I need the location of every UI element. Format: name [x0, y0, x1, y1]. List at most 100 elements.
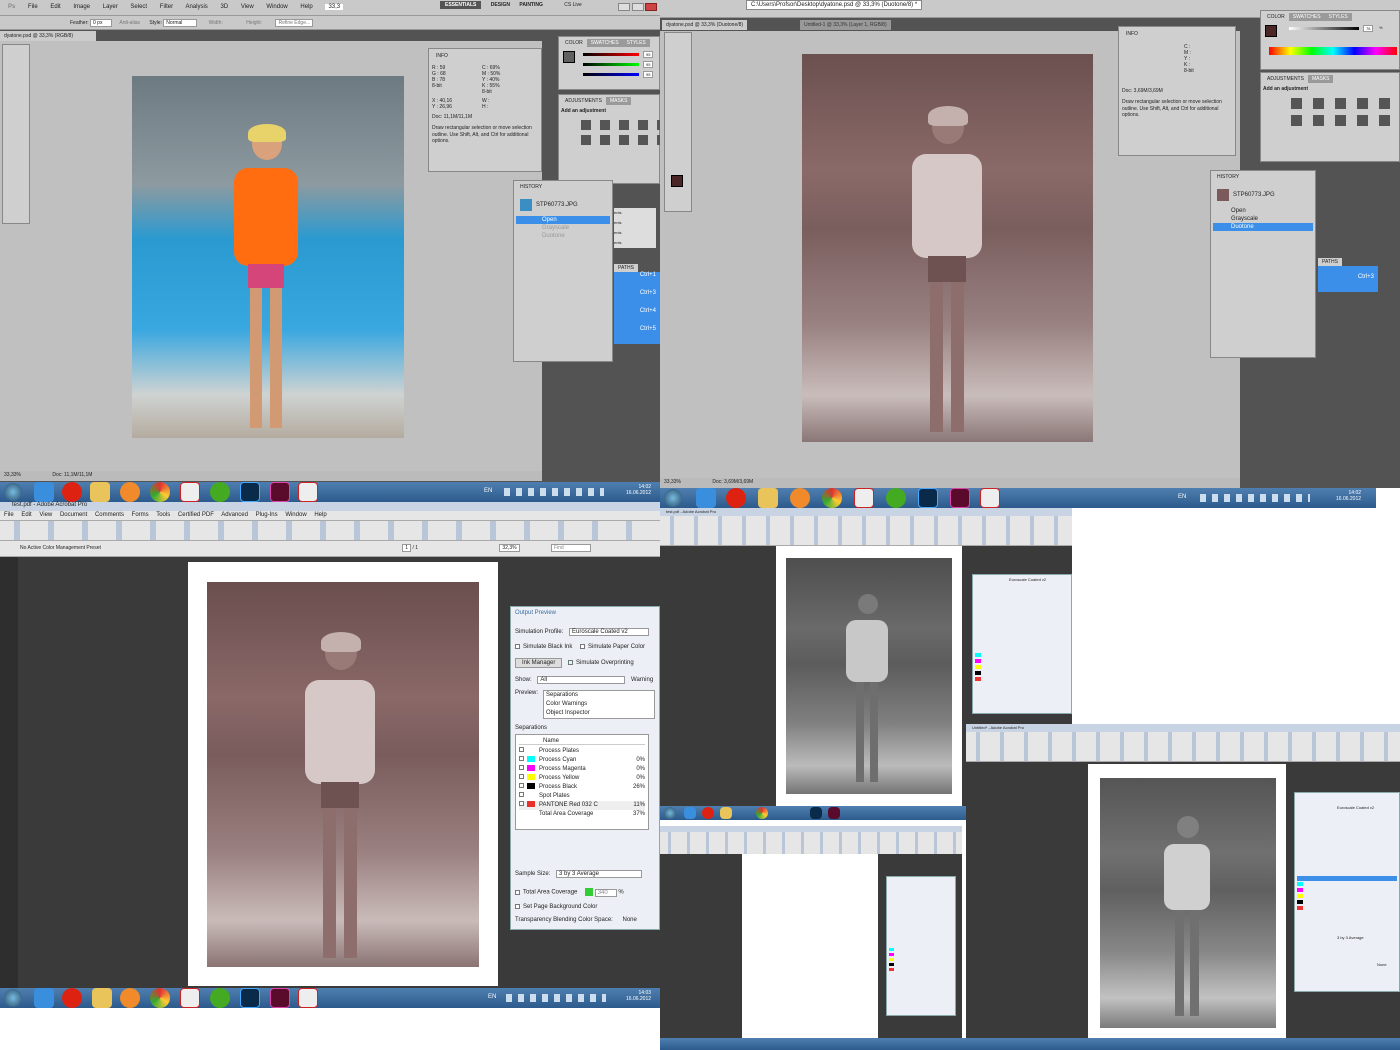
op-total-swatch[interactable]: [585, 888, 594, 897]
start-button-3[interactable]: [4, 989, 22, 1007]
menu-view[interactable]: View: [241, 4, 254, 10]
acro-menu-plugins[interactable]: Plug-Ins: [256, 512, 278, 518]
indesign-icon-2[interactable]: [950, 488, 970, 508]
ps2-fg-swatch[interactable]: [671, 175, 683, 187]
close-icon[interactable]: [645, 3, 658, 11]
ps2-history-item-grayscale[interactable]: Grayscale: [1213, 215, 1313, 223]
ps2-mixer-icon[interactable]: [1379, 115, 1390, 126]
antialias-checkbox[interactable]: Anti-alias: [119, 20, 140, 26]
acro-menu-help[interactable]: Help: [314, 512, 326, 518]
acro-menu-certified[interactable]: Certified PDF: [178, 512, 214, 518]
op-preview-separations[interactable]: Separations: [546, 691, 652, 700]
chrome-icon-3[interactable]: [150, 988, 170, 1008]
ps2-photo-filter-icon[interactable]: [1357, 115, 1368, 126]
acro-menu-forms[interactable]: Forms: [132, 512, 149, 518]
opera-icon[interactable]: [62, 482, 82, 502]
bw-icon[interactable]: [619, 135, 629, 145]
balance-icon[interactable]: [600, 135, 610, 145]
ps2-doc-tab[interactable]: dyatone.psd @ 33,3% (Duotone/8): [662, 20, 748, 30]
ps2-path-row[interactable]: Ctrl+3: [1318, 266, 1378, 292]
ps2-hue-icon[interactable]: [1291, 115, 1302, 126]
photoshop-icon-3[interactable]: [240, 988, 260, 1008]
ps2-color-tab[interactable]: COLOR: [1263, 13, 1289, 21]
info-tab[interactable]: INFO: [432, 52, 452, 60]
acro-menu-document[interactable]: Document: [60, 512, 87, 518]
ps2-exposure-icon[interactable]: [1357, 98, 1368, 109]
adjustments-tab[interactable]: ADJUSTMENTS: [561, 97, 606, 105]
channel-row-3[interactable]: Ctrl+4: [614, 308, 660, 326]
indesign-icon-3[interactable]: [270, 988, 290, 1008]
sep-row-pantone[interactable]: PANTONE Red 032 C 11%: [519, 801, 645, 811]
ie-icon-3[interactable]: [34, 988, 54, 1008]
acro-menu-view[interactable]: View: [39, 512, 52, 518]
ps1-doc-tab[interactable]: dyatone.psd @ 33,3% (RGB/8): [0, 31, 96, 41]
op-sim-black-checkbox[interactable]: [515, 644, 520, 649]
menu-3d[interactable]: 3D: [220, 4, 228, 10]
small-op3-sample[interactable]: 3 by 3 Average: [1337, 935, 1397, 940]
tray-clock-2[interactable]: 14:02 16.06.2012: [1336, 490, 1361, 502]
color-g-input[interactable]: 95: [643, 61, 654, 68]
ps2-brightness-icon[interactable]: [1291, 98, 1302, 109]
ps2-history-item-open[interactable]: Open: [1213, 207, 1313, 215]
color-tab[interactable]: COLOR: [561, 39, 587, 47]
media-icon[interactable]: [120, 482, 140, 502]
history-tab[interactable]: HISTORY: [516, 183, 547, 191]
game-icon-2[interactable]: [886, 488, 906, 508]
ps2-doc-tab-2[interactable]: Untitled-1 @ 33,3% (Layer 1, RGB/8): [800, 20, 891, 30]
styles-tab[interactable]: STYLES: [622, 39, 650, 47]
menu-window[interactable]: Window: [266, 4, 287, 10]
menu-filter[interactable]: Filter: [160, 4, 173, 10]
color-b-input[interactable]: 95: [643, 71, 654, 78]
ps2-styles-tab[interactable]: STYLES: [1324, 13, 1352, 21]
op-preview-color-warnings[interactable]: Color Warnings: [546, 700, 652, 709]
channel-row-1[interactable]: Ctrl+1: [614, 272, 660, 290]
swatches-tab[interactable]: SWATCHES: [586, 39, 623, 47]
ps2-history-tab[interactable]: HISTORY: [1213, 173, 1244, 181]
style-select[interactable]: Normal: [163, 19, 198, 27]
acro-menu-advanced[interactable]: Advanced: [221, 512, 248, 518]
feather-input[interactable]: 0 px: [90, 19, 113, 27]
ps2-bw-icon[interactable]: [1335, 115, 1346, 126]
brightness-icon[interactable]: [581, 120, 591, 130]
history-item-duotone[interactable]: Duotone: [516, 232, 610, 240]
curves-icon[interactable]: [619, 120, 629, 130]
menu-help[interactable]: Help: [300, 4, 312, 10]
photo-filter-icon[interactable]: [638, 135, 648, 145]
photoshop-icon[interactable]: [240, 482, 260, 502]
chrome-icon[interactable]: [150, 482, 170, 502]
exposure-icon[interactable]: [638, 120, 648, 130]
workspace-essentials[interactable]: ESSENTIALS: [440, 1, 482, 9]
history-item-open[interactable]: Open: [516, 216, 610, 224]
ps2-vibrance-icon[interactable]: [1379, 98, 1390, 109]
color-r-input[interactable]: 95: [643, 51, 654, 58]
acro-menu-edit[interactable]: Edit: [21, 512, 31, 518]
op-sim-profile-select[interactable]: Euroscale Coated v2: [569, 628, 650, 636]
maximize-icon[interactable]: [631, 3, 644, 11]
op-total-input[interactable]: 340: [594, 888, 617, 897]
folder-icon[interactable]: [90, 482, 110, 502]
ps2-balance-icon[interactable]: [1313, 115, 1324, 126]
paths-tab[interactable]: PATHS: [614, 264, 638, 272]
masks-tab[interactable]: MASKS: [605, 97, 632, 105]
op-page-bg-checkbox[interactable]: [515, 903, 520, 909]
ps2-levels-icon[interactable]: [1313, 98, 1324, 109]
folder-icon-2[interactable]: [758, 488, 778, 508]
start-button[interactable]: [4, 483, 22, 501]
op-sample-select[interactable]: 3 by 3 Average: [556, 870, 643, 879]
ie-icon-2[interactable]: [696, 488, 716, 508]
ps2-history-item-duotone[interactable]: Duotone: [1213, 223, 1313, 231]
menu-file[interactable]: File: [28, 4, 38, 10]
tray-lang[interactable]: EN: [484, 488, 492, 494]
acro-menu-comments[interactable]: Comments: [95, 512, 124, 518]
ps2-info-tab[interactable]: INFO: [1122, 30, 1142, 38]
menu-analysis[interactable]: Analysis: [185, 4, 207, 10]
menu-select[interactable]: Select: [130, 4, 147, 10]
acro-menu-window[interactable]: Window: [285, 512, 306, 518]
refine-edge-button[interactable]: Refine Edge...: [275, 19, 314, 27]
sep-row-process-black[interactable]: Process Black 26%: [519, 783, 645, 792]
game-icon[interactable]: [210, 482, 230, 502]
menu-image[interactable]: Image: [73, 4, 90, 10]
media-icon-2[interactable]: [790, 488, 810, 508]
minimize-icon[interactable]: [618, 3, 630, 11]
op-sim-paper-checkbox[interactable]: [580, 644, 586, 649]
